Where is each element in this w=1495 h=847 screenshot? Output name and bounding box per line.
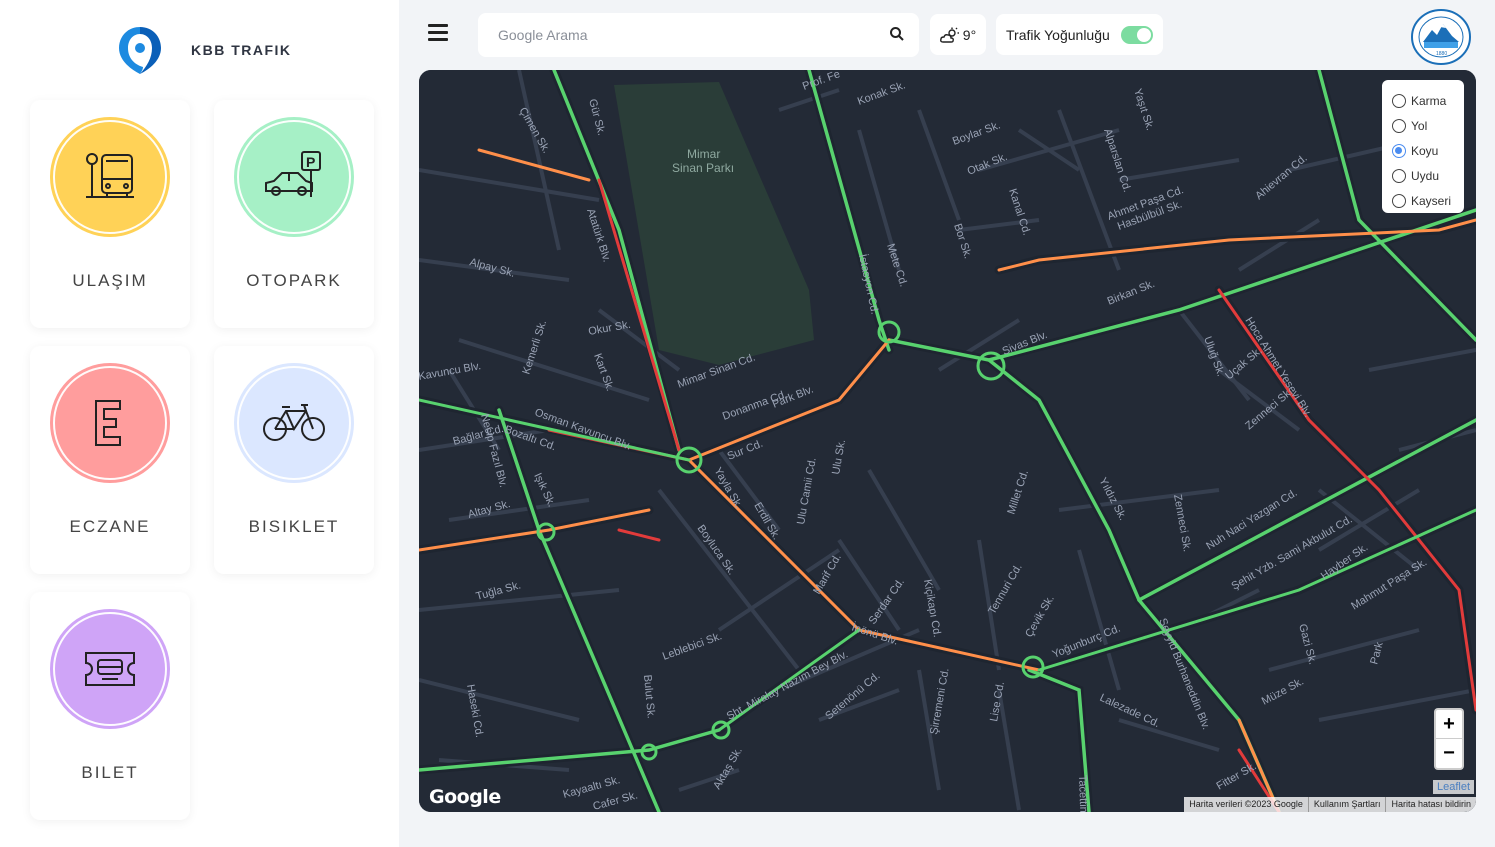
radio-icon-selected[interactable] bbox=[1392, 143, 1406, 158]
ticket-icon bbox=[85, 652, 135, 686]
card-label: ECZANE bbox=[69, 517, 151, 536]
layer-option-karma[interactable]: Karma bbox=[1392, 88, 1464, 113]
map-layer-switcher: Karma Yol Koyu Uydu Kayseri bbox=[1382, 80, 1464, 213]
card-ulasim[interactable]: ULAŞIM bbox=[30, 100, 190, 328]
radio-icon[interactable] bbox=[1392, 168, 1406, 183]
map-view[interactable]: Mimar Sinan Parkı Atatürk Blv. Gür Sk. Ç… bbox=[419, 70, 1476, 812]
park-label: Mimar bbox=[687, 147, 720, 161]
zoom-in-button[interactable]: + bbox=[1436, 710, 1462, 739]
leaflet-link[interactable]: Leaflet bbox=[1432, 780, 1474, 794]
attribution-data: Harita verileri ©2023 Google bbox=[1184, 797, 1309, 812]
card-bilet[interactable]: BILET bbox=[30, 592, 190, 820]
google-logo: Google bbox=[429, 786, 501, 808]
card-label: BILET bbox=[81, 763, 139, 782]
pharmacy-e-icon bbox=[95, 400, 121, 446]
layer-option-uydu[interactable]: Uydu bbox=[1392, 163, 1464, 188]
traffic-density-control: Trafik Yoğunluğu bbox=[996, 14, 1163, 55]
terms-link[interactable]: Kullanım Şartları bbox=[1309, 797, 1387, 812]
svg-text:Tacettin: Tacettin bbox=[1076, 775, 1089, 812]
zoom-out-button[interactable]: − bbox=[1436, 739, 1462, 768]
card-circle bbox=[50, 363, 170, 483]
card-circle bbox=[50, 609, 170, 729]
map-roads[interactable]: Mimar Sinan Parkı Atatürk Blv. Gür Sk. Ç… bbox=[419, 70, 1476, 812]
search-input[interactable] bbox=[498, 25, 878, 45]
card-label: BISIKLET bbox=[248, 517, 340, 536]
sidebar: KBB TRAFIK ULAŞIM P OTOPARK ECZANE BISIK… bbox=[0, 0, 399, 847]
card-circle: P bbox=[234, 117, 354, 237]
layer-option-kayseri[interactable]: Kayseri bbox=[1392, 188, 1464, 213]
card-label: ULAŞIM bbox=[72, 271, 148, 290]
parking-car-icon: P bbox=[265, 151, 321, 197]
kbb-trafik-logo bbox=[119, 27, 161, 74]
layer-option-yol[interactable]: Yol bbox=[1392, 113, 1464, 138]
card-otopark[interactable]: P OTOPARK bbox=[214, 100, 374, 328]
weather-widget[interactable]: 9° bbox=[930, 14, 986, 55]
radio-icon[interactable] bbox=[1392, 118, 1406, 133]
card-eczane[interactable]: ECZANE bbox=[30, 346, 190, 574]
park-label: Sinan Parkı bbox=[672, 161, 734, 175]
kayseri-buyuksehir-belediyesi-seal: 1880 bbox=[1411, 9, 1471, 65]
partly-cloudy-sun-icon bbox=[939, 27, 959, 43]
layer-option-koyu[interactable]: Koyu bbox=[1392, 138, 1464, 163]
radio-icon[interactable] bbox=[1392, 93, 1406, 108]
bicycle-icon bbox=[263, 404, 325, 441]
map-attribution: Harita verileri ©2023 Google Kullanım Şa… bbox=[1184, 797, 1476, 812]
card-label: OTOPARK bbox=[246, 271, 342, 290]
card-circle bbox=[50, 117, 170, 237]
traffic-toggle[interactable] bbox=[1121, 26, 1153, 44]
zoom-control: + − bbox=[1434, 708, 1464, 770]
search-bar[interactable] bbox=[478, 13, 919, 57]
hamburger-menu-icon[interactable] bbox=[428, 24, 448, 46]
search-icon[interactable] bbox=[889, 26, 905, 42]
brand-name: KBB TRAFIK bbox=[191, 42, 292, 58]
svg-text:P: P bbox=[306, 154, 315, 170]
weather-temp: 9° bbox=[962, 26, 977, 43]
card-circle bbox=[234, 363, 354, 483]
svg-text:1880: 1880 bbox=[1436, 51, 1447, 57]
bus-stop-icon bbox=[86, 153, 134, 198]
radio-icon[interactable] bbox=[1392, 193, 1406, 208]
traffic-label: Trafik Yoğunluğu bbox=[1006, 26, 1110, 43]
card-bisiklet[interactable]: BISIKLET bbox=[214, 346, 374, 574]
brand[interactable]: KBB TRAFIK bbox=[116, 24, 292, 76]
report-error-link[interactable]: Harita hatası bildirin bbox=[1386, 797, 1476, 812]
